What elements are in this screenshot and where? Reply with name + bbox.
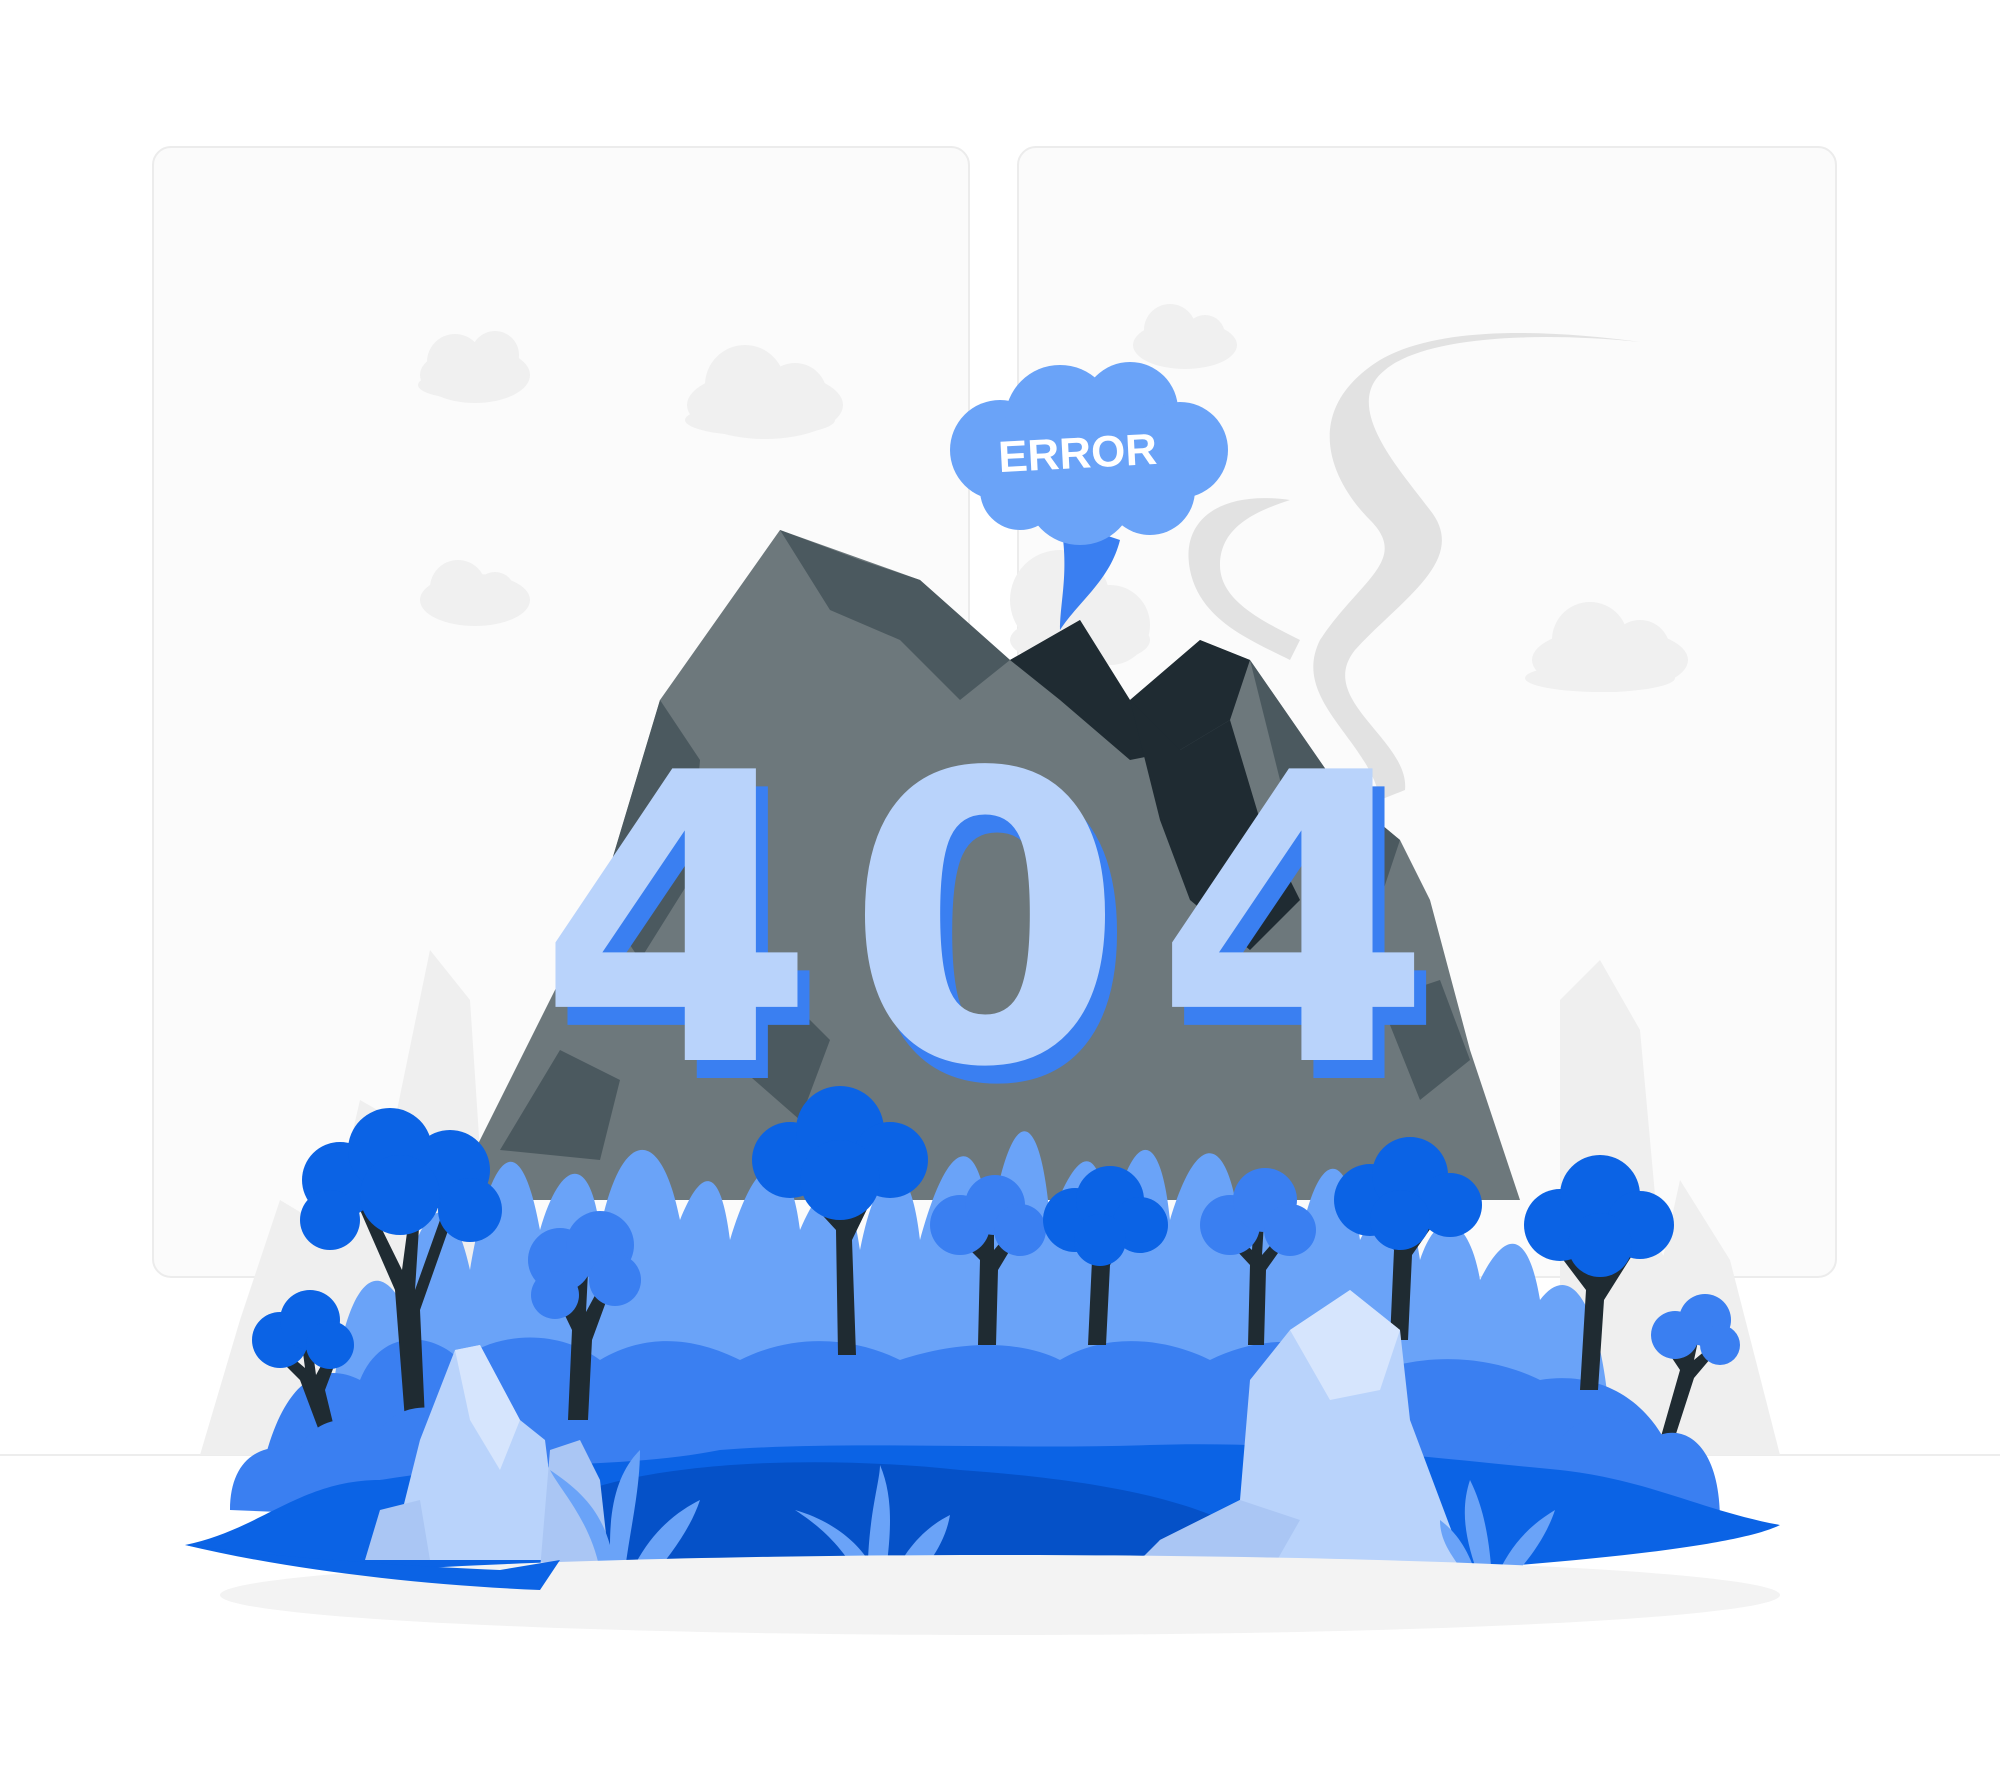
error-code: 404 404 [538, 690, 1463, 1173]
ground-shadow [220, 1555, 1780, 1635]
error-404-illustration: ERROR 404 404 [0, 0, 2000, 1771]
error-label: ERROR [997, 425, 1158, 482]
error-code-text: 404 [538, 690, 1463, 1155]
